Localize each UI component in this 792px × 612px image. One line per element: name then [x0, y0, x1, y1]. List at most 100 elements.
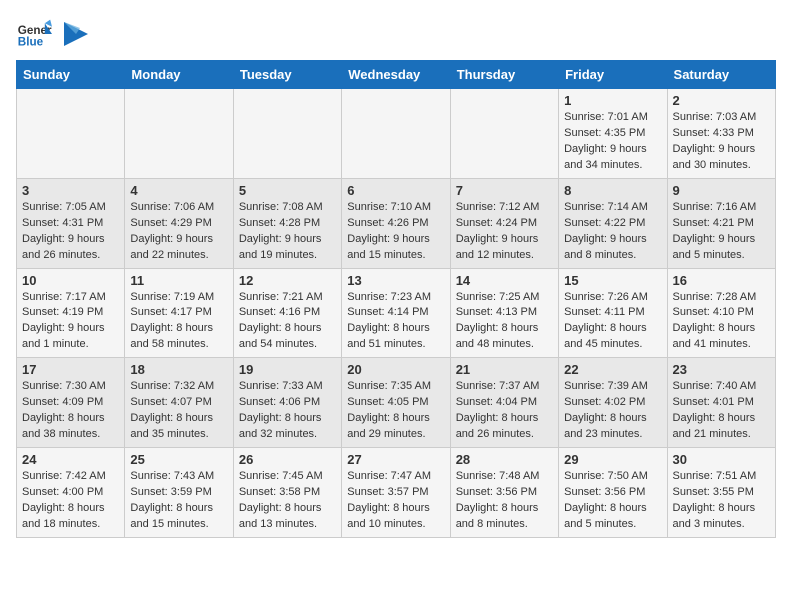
- weekday-header-saturday: Saturday: [667, 61, 775, 89]
- day-info: Sunrise: 7:06 AMSunset: 4:29 PMDaylight:…: [130, 200, 227, 264]
- calendar-cell: 14 Sunrise: 7:25 AMSunset: 4:13 PMDayligh…: [450, 268, 558, 358]
- day-info: Sunrise: 7:10 AMSunset: 4:26 PMDaylight:…: [347, 200, 444, 264]
- calendar-cell: 10Sunrise: 7:17 AMSunset: 4:19 PMDayligh…: [17, 268, 125, 358]
- day-number: 27: [347, 452, 444, 467]
- day-number: 18: [130, 362, 227, 377]
- day-info: Sunrise: 7:08 AMSunset: 4:28 PMDaylight:…: [239, 200, 336, 264]
- day-number: 2: [673, 93, 770, 108]
- day-info: Sunrise: 7:50 AMSunset: 3:56 PMDaylight:…: [564, 469, 661, 533]
- day-number: 5: [239, 183, 336, 198]
- day-number: 4: [130, 183, 227, 198]
- day-info: Sunrise: 7:17 AMSunset: 4:19 PMDaylight:…: [22, 290, 119, 354]
- day-number: 25: [130, 452, 227, 467]
- day-info: Sunrise: 7:25 AMSunset: 4:13 PMDaylight:…: [456, 290, 553, 354]
- calendar-cell: 6 Sunrise: 7:10 AMSunset: 4:26 PMDaylight…: [342, 178, 450, 268]
- svg-text:Blue: Blue: [18, 36, 44, 49]
- day-info: Sunrise: 7:19 AMSunset: 4:17 PMDaylight:…: [130, 290, 227, 354]
- calendar-week-row: 3Sunrise: 7:05 AMSunset: 4:31 PMDaylight…: [17, 178, 776, 268]
- day-info: Sunrise: 7:16 AMSunset: 4:21 PMDaylight:…: [673, 200, 770, 264]
- day-number: 11: [130, 273, 227, 288]
- calendar-cell: 3Sunrise: 7:05 AMSunset: 4:31 PMDaylight…: [17, 178, 125, 268]
- calendar-cell: 23Sunrise: 7:40 AMSunset: 4:01 PMDayligh…: [667, 358, 775, 448]
- day-number: 26: [239, 452, 336, 467]
- calendar-cell: 19Sunrise: 7:33 AMSunset: 4:06 PMDayligh…: [233, 358, 341, 448]
- calendar-cell: 13 Sunrise: 7:23 AMSunset: 4:14 PMDayligh…: [342, 268, 450, 358]
- day-info: Sunrise: 7:43 AMSunset: 3:59 PMDaylight:…: [130, 469, 227, 533]
- weekday-header-sunday: Sunday: [17, 61, 125, 89]
- day-number: 15: [564, 273, 661, 288]
- day-info: Sunrise: 7:28 AMSunset: 4:10 PMDaylight:…: [673, 290, 770, 354]
- logo-icon: General Blue: [16, 16, 52, 52]
- calendar-cell: 22Sunrise: 7:39 AMSunset: 4:02 PMDayligh…: [559, 358, 667, 448]
- day-number: 7: [456, 183, 553, 198]
- calendar-cell: 8Sunrise: 7:14 AMSunset: 4:22 PMDaylight…: [559, 178, 667, 268]
- day-info: Sunrise: 7:39 AMSunset: 4:02 PMDaylight:…: [564, 379, 661, 443]
- calendar-cell: 4 Sunrise: 7:06 AMSunset: 4:29 PMDaylight…: [125, 178, 233, 268]
- day-info: Sunrise: 7:01 AMSunset: 4:35 PMDaylight:…: [564, 110, 661, 174]
- calendar-cell: [233, 89, 341, 179]
- calendar-week-row: 24 Sunrise: 7:42 AMSunset: 4:00 PMDayligh…: [17, 448, 776, 538]
- calendar-body: 1 Sunrise: 7:01 AMSunset: 4:35 PMDaylight…: [17, 89, 776, 538]
- calendar-cell: 12 Sunrise: 7:21 AMSunset: 4:16 PMDayligh…: [233, 268, 341, 358]
- day-info: Sunrise: 7:45 AMSunset: 3:58 PMDaylight:…: [239, 469, 336, 533]
- calendar-week-row: 10Sunrise: 7:17 AMSunset: 4:19 PMDayligh…: [17, 268, 776, 358]
- day-number: 14: [456, 273, 553, 288]
- day-info: Sunrise: 7:03 AMSunset: 4:33 PMDaylight:…: [673, 110, 770, 174]
- day-info: Sunrise: 7:42 AMSunset: 4:00 PMDaylight:…: [22, 469, 119, 533]
- calendar-cell: 24 Sunrise: 7:42 AMSunset: 4:00 PMDayligh…: [17, 448, 125, 538]
- day-info: Sunrise: 7:12 AMSunset: 4:24 PMDaylight:…: [456, 200, 553, 264]
- logo-arrow-icon: [64, 22, 88, 46]
- calendar-cell: [17, 89, 125, 179]
- day-number: 13: [347, 273, 444, 288]
- day-info: Sunrise: 7:21 AMSunset: 4:16 PMDaylight:…: [239, 290, 336, 354]
- day-info: Sunrise: 7:37 AMSunset: 4:04 PMDaylight:…: [456, 379, 553, 443]
- day-number: 20: [347, 362, 444, 377]
- day-number: 12: [239, 273, 336, 288]
- day-number: 6: [347, 183, 444, 198]
- day-info: Sunrise: 7:14 AMSunset: 4:22 PMDaylight:…: [564, 200, 661, 264]
- day-info: Sunrise: 7:32 AMSunset: 4:07 PMDaylight:…: [130, 379, 227, 443]
- calendar-cell: 18 Sunrise: 7:32 AMSunset: 4:07 PMDayligh…: [125, 358, 233, 448]
- weekday-header-thursday: Thursday: [450, 61, 558, 89]
- day-info: Sunrise: 7:48 AMSunset: 3:56 PMDaylight:…: [456, 469, 553, 533]
- day-number: 28: [456, 452, 553, 467]
- calendar-cell: 26 Sunrise: 7:45 AMSunset: 3:58 PMDayligh…: [233, 448, 341, 538]
- calendar-cell: 16Sunrise: 7:28 AMSunset: 4:10 PMDayligh…: [667, 268, 775, 358]
- calendar-cell: 15 Sunrise: 7:26 AMSunset: 4:11 PMDayligh…: [559, 268, 667, 358]
- day-info: Sunrise: 7:33 AMSunset: 4:06 PMDaylight:…: [239, 379, 336, 443]
- weekday-header-friday: Friday: [559, 61, 667, 89]
- calendar-week-row: 1 Sunrise: 7:01 AMSunset: 4:35 PMDaylight…: [17, 89, 776, 179]
- weekday-header-wednesday: Wednesday: [342, 61, 450, 89]
- day-info: Sunrise: 7:30 AMSunset: 4:09 PMDaylight:…: [22, 379, 119, 443]
- day-number: 1: [564, 93, 661, 108]
- calendar-cell: 11 Sunrise: 7:19 AMSunset: 4:17 PMDayligh…: [125, 268, 233, 358]
- calendar-cell: [450, 89, 558, 179]
- calendar-cell: 29 Sunrise: 7:50 AMSunset: 3:56 PMDayligh…: [559, 448, 667, 538]
- day-number: 24: [22, 452, 119, 467]
- calendar-table: SundayMondayTuesdayWednesdayThursdayFrid…: [16, 60, 776, 538]
- day-info: Sunrise: 7:23 AMSunset: 4:14 PMDaylight:…: [347, 290, 444, 354]
- calendar-cell: 27 Sunrise: 7:47 AMSunset: 3:57 PMDayligh…: [342, 448, 450, 538]
- calendar-cell: [125, 89, 233, 179]
- day-number: 29: [564, 452, 661, 467]
- calendar-cell: 1 Sunrise: 7:01 AMSunset: 4:35 PMDaylight…: [559, 89, 667, 179]
- day-info: Sunrise: 7:51 AMSunset: 3:55 PMDaylight:…: [673, 469, 770, 533]
- logo: General Blue: [16, 16, 88, 52]
- weekday-header-monday: Monday: [125, 61, 233, 89]
- calendar-cell: 2 Sunrise: 7:03 AMSunset: 4:33 PMDaylight…: [667, 89, 775, 179]
- calendar-cell: 17 Sunrise: 7:30 AMSunset: 4:09 PMDayligh…: [17, 358, 125, 448]
- day-info: Sunrise: 7:26 AMSunset: 4:11 PMDaylight:…: [564, 290, 661, 354]
- weekday-header-tuesday: Tuesday: [233, 61, 341, 89]
- day-info: Sunrise: 7:40 AMSunset: 4:01 PMDaylight:…: [673, 379, 770, 443]
- day-number: 17: [22, 362, 119, 377]
- calendar-cell: 21Sunrise: 7:37 AMSunset: 4:04 PMDayligh…: [450, 358, 558, 448]
- day-number: 9: [673, 183, 770, 198]
- calendar-cell: [342, 89, 450, 179]
- calendar-cell: 20Sunrise: 7:35 AMSunset: 4:05 PMDayligh…: [342, 358, 450, 448]
- calendar-week-row: 17 Sunrise: 7:30 AMSunset: 4:09 PMDayligh…: [17, 358, 776, 448]
- calendar-cell: 9 Sunrise: 7:16 AMSunset: 4:21 PMDaylight…: [667, 178, 775, 268]
- page-header: General Blue: [16, 16, 776, 52]
- day-number: 3: [22, 183, 119, 198]
- weekday-header-row: SundayMondayTuesdayWednesdayThursdayFrid…: [17, 61, 776, 89]
- day-info: Sunrise: 7:47 AMSunset: 3:57 PMDaylight:…: [347, 469, 444, 533]
